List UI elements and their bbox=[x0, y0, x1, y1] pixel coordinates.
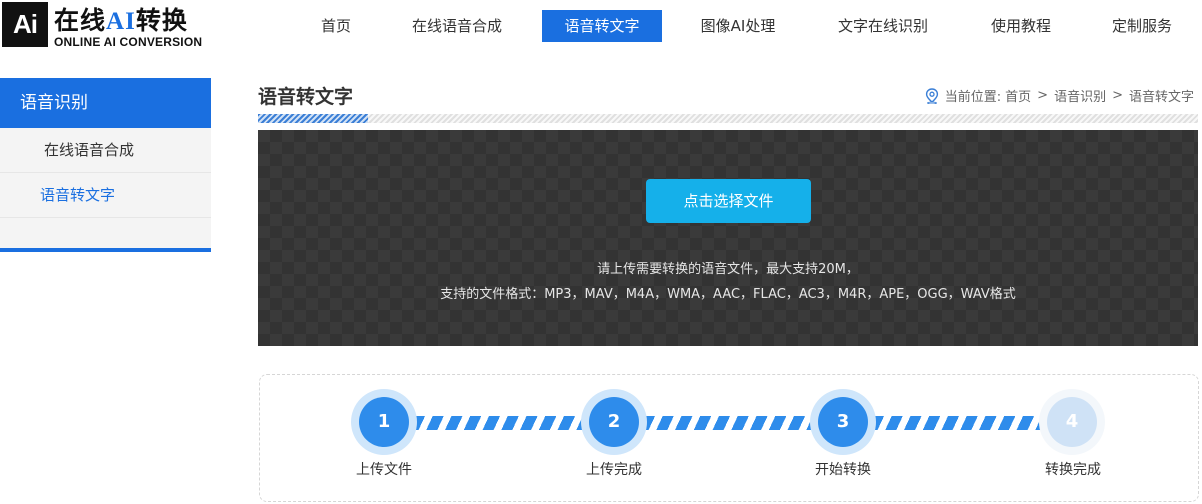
title-divider bbox=[258, 114, 1198, 123]
step-3-circle: 3 bbox=[810, 389, 876, 455]
step-1-label: 上传文件 bbox=[356, 462, 412, 478]
page-title: 语音转文字 bbox=[258, 86, 354, 108]
upload-size-hint: 请上传需要转换的语音文件，最大支持20M， bbox=[597, 262, 859, 277]
breadcrumb-speech-recognition[interactable]: 语音识别 bbox=[1054, 86, 1106, 105]
nav-item-custom-service[interactable]: 定制服务 bbox=[1097, 10, 1187, 42]
step-3-label: 开始转换 bbox=[815, 462, 871, 478]
step-2-label: 上传完成 bbox=[586, 462, 642, 478]
site-header: Ai 在线AI转换 ONLINE AI CONVERSION 首页 在线语音合成… bbox=[0, 0, 1202, 56]
nav-item-speech-to-text[interactable]: 语音转文字 bbox=[542, 10, 662, 42]
nav-item-home[interactable]: 首页 bbox=[304, 10, 368, 42]
breadcrumb: 当前位置: 首页 > 语音识别 > 语音转文字 bbox=[925, 86, 1194, 105]
sidebar-heading: 语音识别 bbox=[0, 78, 211, 128]
step-2-circle: 2 bbox=[581, 389, 647, 455]
upload-format-hint: 支持的文件格式：MP3，MAV，M4A，WMA，AAC，FLAC，AC3，M4R… bbox=[440, 287, 1016, 302]
step-4-number: 4 bbox=[1047, 397, 1097, 447]
location-pin-icon bbox=[925, 87, 938, 104]
nav-item-image-ai[interactable]: 图像AI处理 bbox=[688, 10, 788, 42]
breadcrumb-prefix: 当前位置: bbox=[944, 90, 1002, 105]
breadcrumb-current: 语音转文字 bbox=[1128, 90, 1194, 105]
breadcrumb-home[interactable]: 首页 bbox=[1005, 86, 1031, 105]
sidebar-item-speech-to-text[interactable]: 语音转文字 bbox=[0, 173, 211, 218]
step-connector bbox=[644, 416, 820, 430]
main-nav: 首页 在线语音合成 语音转文字 图像AI处理 文字在线识别 使用教程 定制服务 bbox=[0, 10, 1202, 42]
progress-steps: 1 2 3 4 上传文件 上传完成 开始转换 转换完成 bbox=[259, 374, 1199, 502]
nav-item-tts[interactable]: 在线语音合成 bbox=[397, 10, 517, 42]
step-1-circle: 1 bbox=[351, 389, 417, 455]
choose-file-button[interactable]: 点击选择文件 bbox=[646, 179, 811, 223]
step-4-label: 转换完成 bbox=[1045, 462, 1101, 478]
upload-dropzone[interactable]: 点击选择文件 请上传需要转换的语音文件，最大支持20M， 支持的文件格式：MP3… bbox=[258, 130, 1198, 346]
title-divider-accent bbox=[258, 114, 368, 123]
step-4-circle: 4 bbox=[1039, 389, 1105, 455]
breadcrumb-separator: > bbox=[1037, 88, 1049, 103]
sidebar: 语音识别 在线语音合成 语音转文字 bbox=[0, 78, 211, 252]
nav-item-ocr[interactable]: 文字在线识别 bbox=[823, 10, 943, 42]
sidebar-item-tts[interactable]: 在线语音合成 bbox=[0, 128, 211, 173]
breadcrumb-separator: > bbox=[1112, 88, 1123, 103]
step-2-number: 2 bbox=[589, 397, 639, 447]
nav-item-tutorial[interactable]: 使用教程 bbox=[976, 10, 1066, 42]
step-1-number: 1 bbox=[359, 397, 409, 447]
step-connector bbox=[873, 416, 1049, 430]
step-connector bbox=[414, 416, 590, 430]
step-3-number: 3 bbox=[818, 397, 868, 447]
